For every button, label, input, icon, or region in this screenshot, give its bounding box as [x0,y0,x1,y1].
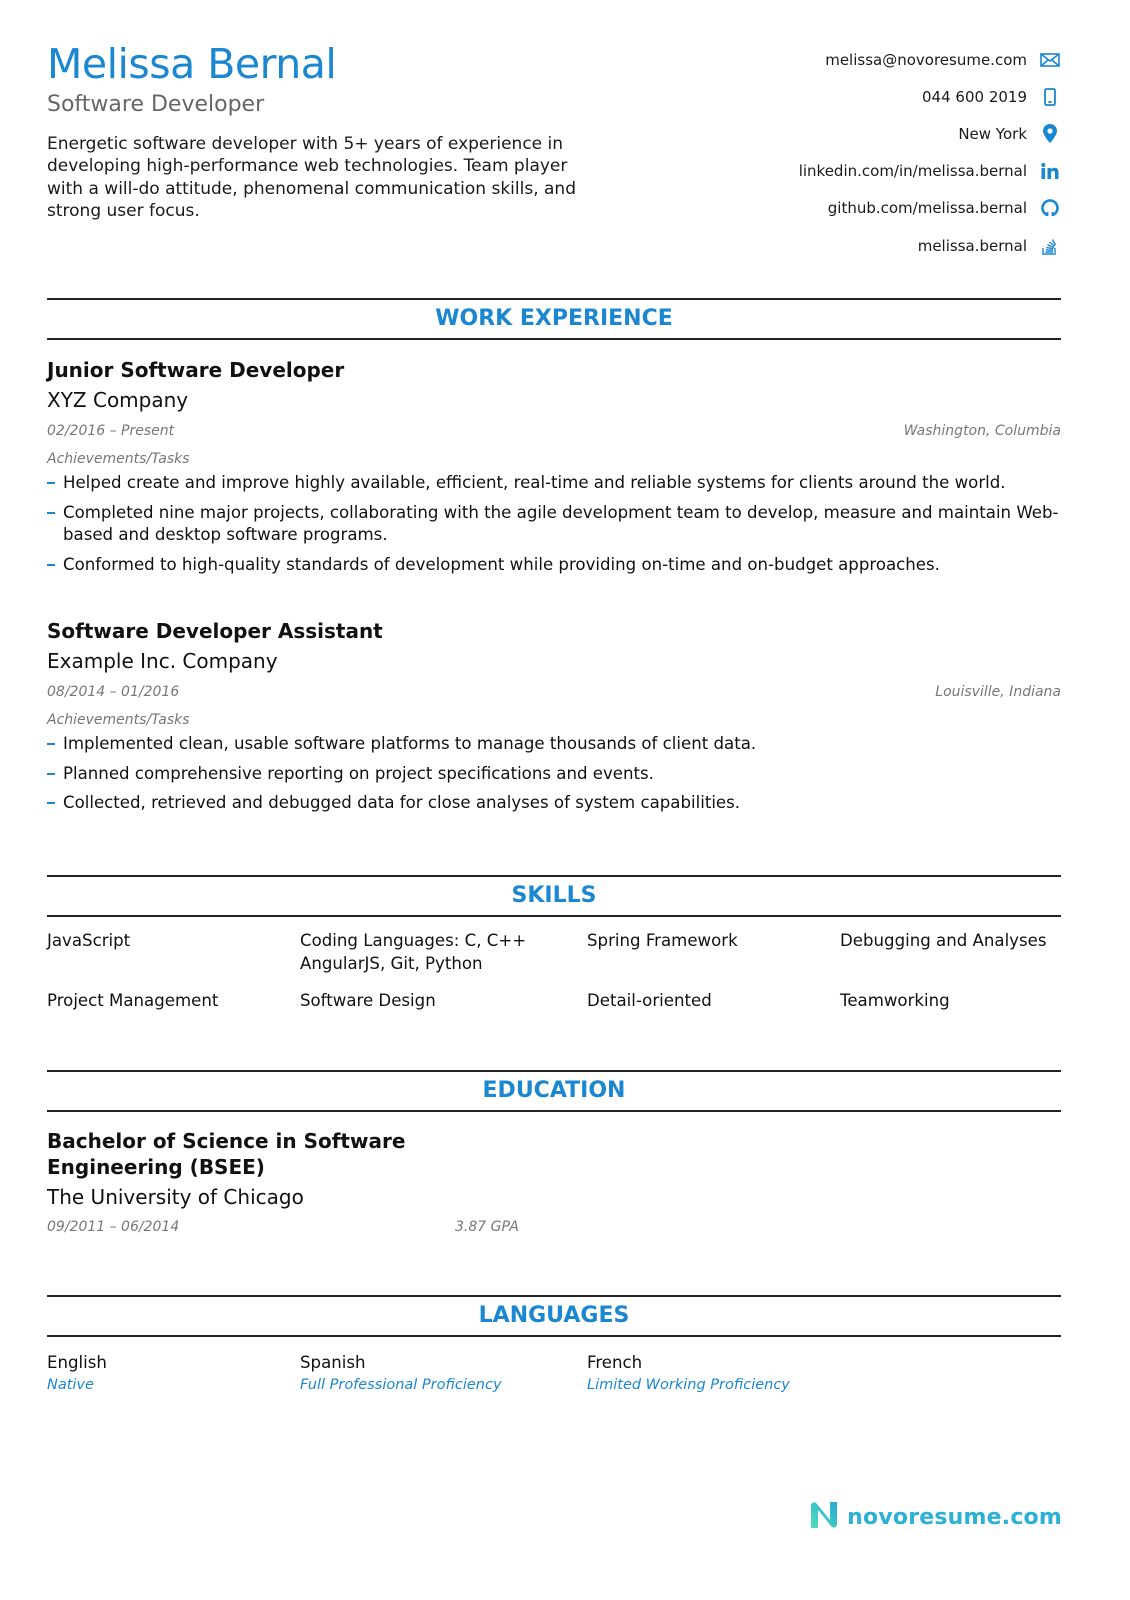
job-bullet: Planned comprehensive reporting on proje… [47,763,1061,786]
stackoverflow-icon [1039,235,1061,257]
language-item: French Limited Working Proficiency [587,1352,790,1396]
contact-phone[interactable]: 044 600 2019 [799,78,1061,115]
bullet-text: Helped create and improve highly availab… [63,473,1006,492]
skill-item: Detail-oriented [587,991,712,1010]
bullet-dash-icon [47,563,55,566]
job-meta: 02/2016 – Present Washington, Columbia [47,417,1061,446]
language-item: Spanish Full Professional Proficiency [300,1352,502,1396]
skills-row: JavaScript Coding Languages: C, C++ Angu… [47,930,1061,990]
contact-stackoverflow[interactable]: melissa.bernal [799,227,1061,264]
education-degree: Bachelor of Science in Software Engineer… [47,1129,406,1179]
envelope-icon [1039,49,1061,71]
contact-github-text[interactable]: github.com/melissa.bernal [828,199,1027,217]
bullet-text: Implemented clean, usable software platf… [63,734,757,753]
job-meta: 08/2014 – 01/2016 Louisville, Indiana [47,678,1061,707]
job-location: Louisville, Indiana [935,684,1061,700]
job-subheading: Achievements/Tasks [47,712,190,728]
contact-location-text: New York [958,124,1027,143]
education-entry: Bachelor of Science in Software Engineer… [47,1128,647,1242]
github-icon [1039,197,1061,219]
job-dates: 02/2016 – Present [47,423,175,439]
language-level: Native [47,1377,94,1393]
job-bullet: Completed nine major projects, collabora… [47,502,1061,547]
language-level: Limited Working Proficiency [587,1377,790,1393]
contact-location: New York [799,115,1061,152]
bullet-text: Planned comprehensive reporting on proje… [63,763,654,783]
skill-item: Coding Languages: C, C++ AngularJS, Git,… [300,931,527,973]
profile-summary: Energetic software developer with 5+ yea… [47,134,576,221]
skill-item: Project Management [47,991,219,1010]
section-heading-work-experience: WORK EXPERIENCE [47,298,1061,340]
language-name: French [587,1353,643,1372]
bullet-text: Completed nine major projects, collabora… [63,502,1059,545]
candidate-title: Software Developer [47,92,265,117]
contact-linkedin[interactable]: linkedin.com/in/melissa.bernal [799,153,1061,190]
section-heading-languages: LANGUAGES [47,1295,1061,1337]
skill-item: Software Design [300,991,436,1010]
contact-linkedin-text[interactable]: linkedin.com/in/melissa.bernal [799,162,1027,180]
contact-github[interactable]: github.com/melissa.bernal [799,190,1061,227]
job-company: XYZ Company [47,388,189,412]
contact-list: melissa@novoresume.com 044 600 2019 New … [799,41,1061,264]
languages-list: English Native Spanish Full Professional… [47,1352,1061,1402]
language-name: Spanish [300,1353,366,1372]
job-subheading: Achievements/Tasks [47,451,190,467]
linkedin-icon [1039,160,1061,182]
bullet-dash-icon [47,772,55,775]
novoresume-logo-icon [809,1500,839,1534]
candidate-name: Melissa Bernal [47,40,337,88]
job-entry: Junior Software Developer XYZ Company 02… [47,355,1061,583]
skill-item: Spring Framework [587,931,738,950]
bullet-dash-icon [47,482,55,484]
job-dates: 08/2014 – 01/2016 [47,684,180,700]
contact-email[interactable]: melissa@novoresume.com [799,41,1061,78]
section-heading-skills: SKILLS [47,875,1061,917]
novoresume-brand-text[interactable]: novoresume.com [847,1505,1062,1530]
education-meta: 09/2011 – 06/2014 3.87 GPA [47,1212,647,1242]
contact-phone-text[interactable]: 044 600 2019 [922,88,1027,106]
language-name: English [47,1353,107,1372]
skill-item: Teamworking [840,991,950,1010]
bullet-dash-icon [47,743,55,745]
skill-item: Debugging and Analyses [840,931,1047,950]
skill-item: JavaScript [47,931,131,950]
job-bullet: Implemented clean, usable software platf… [47,733,1061,756]
job-bullet: Conformed to high-quality standards of d… [47,554,1061,577]
contact-email-text[interactable]: melissa@novoresume.com [825,51,1027,69]
job-bullet: Collected, retrieved and debugged data f… [47,792,1061,815]
bullet-text: Conformed to high-quality standards of d… [63,554,940,574]
contact-stackoverflow-text[interactable]: melissa.bernal [918,237,1027,255]
education-school: The University of Chicago [47,1185,304,1209]
job-title: Software Developer Assistant [47,619,383,643]
job-bullet: Helped create and improve highly availab… [47,472,1061,495]
section-heading-education: EDUCATION [47,1070,1061,1112]
education-gpa: 3.87 GPA [455,1219,519,1235]
skills-row: Project Management Software Design Detai… [47,990,1061,1050]
education-dates: 09/2011 – 06/2014 [47,1219,180,1235]
job-location: Washington, Columbia [903,423,1061,439]
mobile-phone-icon [1039,86,1061,108]
job-title: Junior Software Developer [47,358,345,382]
novoresume-brand[interactable]: novoresume.com [809,1500,1062,1534]
job-entry: Software Developer Assistant Example Inc… [47,616,1061,822]
language-level: Full Professional Proficiency [300,1377,502,1393]
skills-grid: JavaScript Coding Languages: C, C++ Angu… [47,930,1061,1050]
bullet-text: Collected, retrieved and debugged data f… [63,793,741,812]
job-bullets: Implemented clean, usable software platf… [47,733,1061,815]
bullet-dash-icon [47,802,55,804]
language-item: English Native [47,1352,107,1396]
job-bullets: Helped create and improve highly availab… [47,472,1061,576]
bullet-dash-icon [47,511,55,514]
job-company: Example Inc. Company [47,649,278,673]
map-pin-icon [1039,123,1061,145]
